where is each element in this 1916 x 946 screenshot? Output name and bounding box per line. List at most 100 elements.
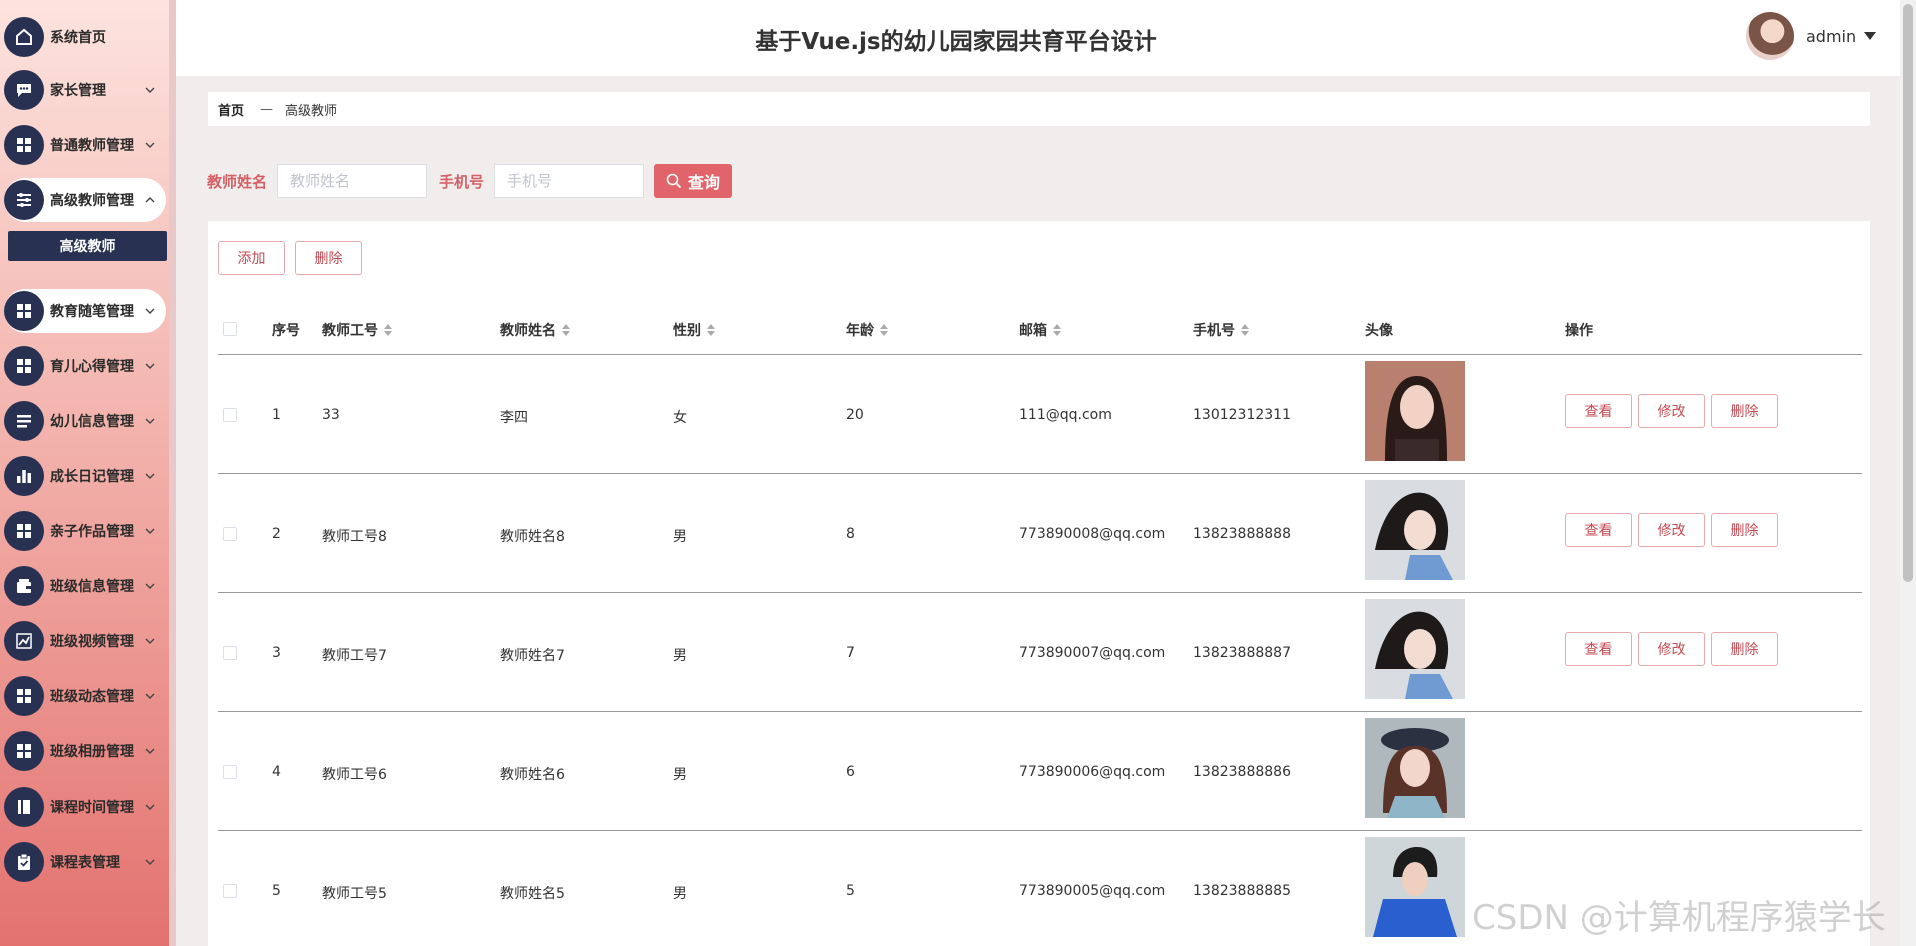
sidebar-item-child-info[interactable]: 幼儿信息管理 [4,399,166,443]
cell-teacher-no: 33 [322,407,340,423]
sliders-icon [4,180,44,220]
view-button[interactable]: 查看 [1565,394,1632,428]
teacher-photo [1365,718,1465,818]
sort-icon[interactable] [1241,324,1249,336]
sidebar-item-label: 高级教师管理 [50,193,134,209]
chevron-down-icon [144,745,156,757]
cell-teacher-no: 教师工号5 [322,886,387,902]
teacher-name-input[interactable] [277,164,428,198]
bulk-delete-button[interactable]: 删除 [295,241,362,275]
cell-gender: 男 [673,648,687,664]
chevron-down-icon [144,801,156,813]
col-gender-label: 性别 [673,323,701,339]
sidebar-item-family-works[interactable]: 亲子作品管理 [4,509,166,553]
app-title: 基于Vue.js的幼儿园家园共育平台设计 [755,29,1157,55]
scrollbar-thumb[interactable] [1903,4,1913,582]
grid-icon [4,511,44,551]
col-phone[interactable]: 手机号 [1193,320,1249,340]
col-email-label: 邮箱 [1019,323,1047,339]
chevron-down-icon [144,415,156,427]
sort-icon[interactable] [384,324,392,336]
sidebar-item-senior-teachers[interactable]: 高级教师管理 [4,178,166,222]
grid-icon [4,731,44,771]
chevron-down-icon [144,580,156,592]
sidebar-item-label: 课程表管理 [50,855,120,871]
view-button[interactable]: 查看 [1565,513,1632,547]
phone-label: 手机号 [439,172,485,191]
breadcrumb: 首页 — 高级教师 [208,92,1870,126]
top-header: 基于Vue.js的幼儿园家园共育平台设计 admin [176,0,1900,76]
sidebar-item-parenting-tips[interactable]: 育儿心得管理 [4,344,166,388]
sort-icon[interactable] [1053,324,1061,336]
col-teacher-no[interactable]: 教师工号 [322,320,392,340]
teacher-name-label: 教师姓名 [207,172,268,191]
sidebar-item-class-news[interactable]: 班级动态管理 [4,674,166,718]
delete-button[interactable]: 删除 [1711,394,1778,428]
submenu-item-senior-teacher[interactable]: 高级教师 [8,231,167,261]
add-button[interactable]: 添加 [218,241,285,275]
book-icon [4,787,44,827]
col-age[interactable]: 年龄 [846,320,888,340]
edit-button[interactable]: 修改 [1638,632,1705,666]
sidebar-item-schedule[interactable]: 课程表管理 [4,840,166,884]
cell-email: 773890006@qq.com [1019,764,1166,780]
search-button[interactable]: 查询 [654,164,733,198]
sidebar-item-course-time[interactable]: 课程时间管理 [4,785,166,829]
row-checkbox[interactable] [223,884,237,898]
sidebar-item-regular-teachers[interactable]: 普通教师管理 [4,123,166,167]
phone-input[interactable] [494,164,645,198]
col-teacher-name[interactable]: 教师姓名 [500,320,570,340]
view-button[interactable]: 查看 [1565,632,1632,666]
breadcrumb-home[interactable]: 首页 [218,100,244,119]
sidebar-item-label: 幼儿信息管理 [50,414,134,430]
sidebar-item-class-videos[interactable]: 班级视频管理 [4,619,166,663]
sort-icon[interactable] [562,324,570,336]
sidebar-item-label: 班级动态管理 [50,689,134,705]
cell-index: 3 [272,645,281,661]
sidebar-item-label: 亲子作品管理 [50,524,134,540]
row-checkbox[interactable] [223,527,237,541]
cell-teacher-no: 教师工号6 [322,767,387,783]
delete-button[interactable]: 删除 [1711,513,1778,547]
search-button-label: 查询 [688,173,721,192]
sidebar-item-parents[interactable]: 家长管理 [4,68,166,112]
row-checkbox[interactable] [223,408,237,422]
col-gender[interactable]: 性别 [673,320,715,340]
user-menu[interactable]: admin [1746,12,1877,60]
cell-gender: 男 [673,529,687,545]
sidebar-edge [169,0,176,946]
breadcrumb-current: 高级教师 [285,103,338,119]
col-email[interactable]: 邮箱 [1019,320,1061,340]
teacher-photo [1365,837,1465,937]
sort-icon[interactable] [707,324,715,336]
sidebar-item-class-info[interactable]: 班级信息管理 [4,564,166,608]
sidebar-item-class-album[interactable]: 班级相册管理 [4,729,166,773]
sidebar-item-label: 教育随笔管理 [50,304,134,320]
table-header: 序号 教师工号 教师姓名 性别 年龄 邮箱 手机号 头像 操作 [218,301,1862,355]
col-avatar: 头像 [1365,323,1393,339]
cell-age: 5 [846,883,855,899]
sidebar-item-home[interactable]: 系统首页 [4,15,166,59]
sidebar-item-education-notes[interactable]: 教育随笔管理 [4,289,166,333]
row-checkbox[interactable] [223,765,237,779]
table-row: 3 教师工号7 教师姓名7 男 7 773890007@qq.com 13823… [218,593,1862,712]
content-panel: 添加 删除 序号 教师工号 教师姓名 性别 年龄 邮箱 手机号 头像 操作 1 … [208,221,1870,946]
cell-index: 2 [272,526,281,542]
select-all-checkbox[interactable] [223,322,237,336]
username: admin [1806,26,1857,46]
cell-gender: 男 [673,767,687,783]
home-icon [4,17,44,57]
edit-button[interactable]: 修改 [1638,513,1705,547]
sort-icon[interactable] [880,324,888,336]
page-scrollbar[interactable] [1900,0,1916,946]
cell-email: 773890005@qq.com [1019,883,1166,899]
cell-teacher-no: 教师工号8 [322,529,387,545]
col-teacher-no-label: 教师工号 [322,323,378,339]
chat-icon [4,70,44,110]
edit-button[interactable]: 修改 [1638,394,1705,428]
delete-button[interactable]: 删除 [1711,632,1778,666]
chevron-down-icon [144,690,156,702]
row-checkbox[interactable] [223,646,237,660]
chevron-down-icon [144,635,156,647]
sidebar-item-growth-diary[interactable]: 成长日记管理 [4,454,166,498]
